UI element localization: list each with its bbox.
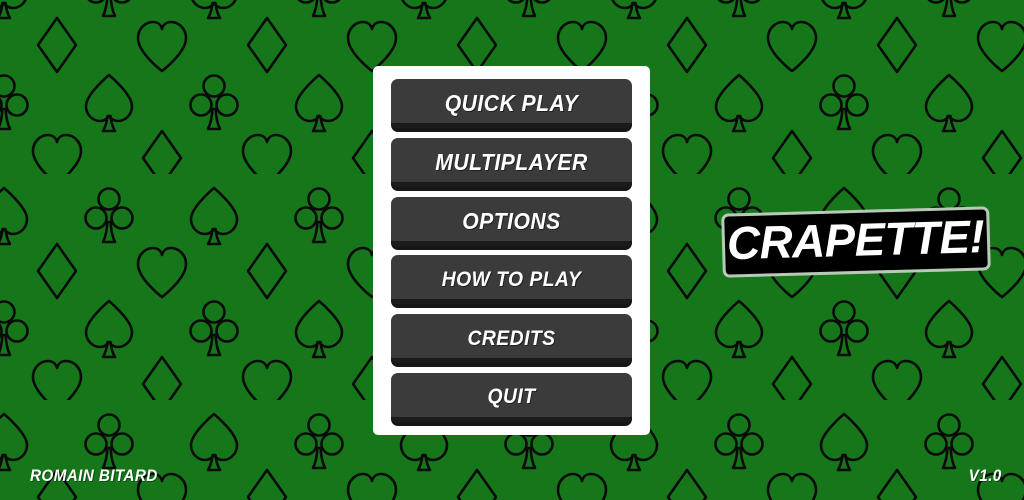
- author-credit: ROMAIN BITARD: [30, 466, 158, 485]
- menu-button-label: QUICK PLAY: [444, 90, 579, 116]
- menu-button-label: HOW TO PLAY: [441, 267, 582, 291]
- main-menu-panel: QUICK PLAY MULTIPLAYER OPTIONS HOW TO PL…: [373, 66, 650, 435]
- menu-button-label: MULTIPLAYER: [435, 148, 588, 175]
- game-logo-text: CRAPETTE!: [726, 211, 986, 270]
- game-logo-frame: CRAPETTE!: [721, 206, 991, 278]
- menu-button-quick-play[interactable]: QUICK PLAY: [391, 79, 632, 128]
- game-logo: CRAPETTE!: [721, 206, 991, 278]
- menu-button-label: OPTIONS: [462, 207, 561, 234]
- menu-button-options[interactable]: OPTIONS: [391, 196, 632, 246]
- game-main-menu-screen: QUICK PLAY MULTIPLAYER OPTIONS HOW TO PL…: [0, 0, 1024, 500]
- menu-button-how-to-play[interactable]: HOW TO PLAY: [391, 255, 632, 305]
- version-label: V1.0: [969, 466, 1002, 485]
- menu-button-label: CREDITS: [467, 326, 556, 350]
- menu-button-quit[interactable]: QUIT: [391, 372, 632, 422]
- menu-button-multiplayer[interactable]: MULTIPLAYER: [391, 137, 632, 187]
- menu-button-credits[interactable]: CREDITS: [391, 314, 632, 364]
- menu-button-label: QUIT: [487, 385, 536, 409]
